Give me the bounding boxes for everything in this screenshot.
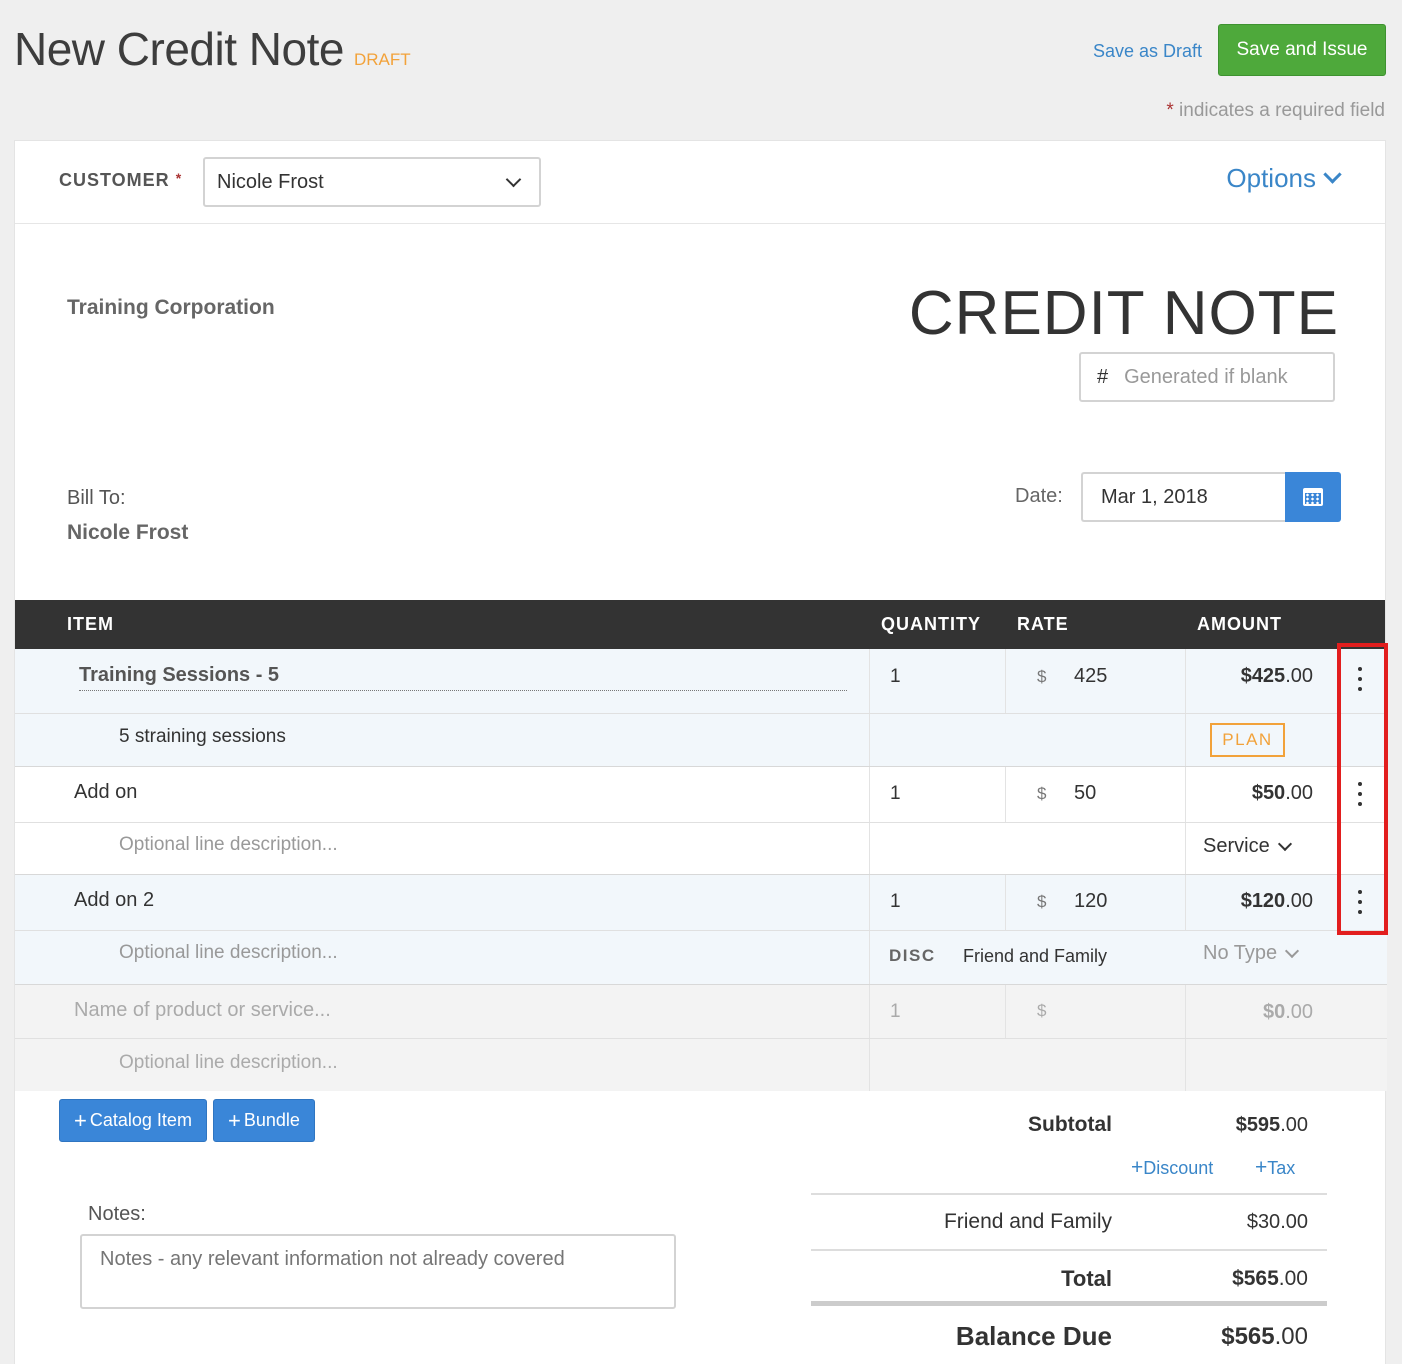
line-item-rate[interactable]: 50 bbox=[1074, 782, 1096, 805]
options-dropdown[interactable]: Options bbox=[1226, 163, 1342, 194]
options-label: Options bbox=[1226, 163, 1316, 193]
line-item-row: Add on 1 $ 50 $50.00 Optional line descr… bbox=[15, 767, 1387, 874]
add-discount-link[interactable]: +Discount bbox=[1131, 1156, 1213, 1180]
number-placeholder: Generated if blank bbox=[1124, 365, 1288, 388]
chevron-down-icon bbox=[1277, 836, 1292, 851]
plus-icon: + bbox=[228, 1107, 241, 1133]
date-input[interactable]: Mar 1, 2018 bbox=[1081, 472, 1287, 522]
line-item-amount: $50.00 bbox=[1251, 782, 1313, 804]
line-item-quantity[interactable]: 1 bbox=[890, 666, 901, 688]
credit-note-card: CUSTOMER * Nicole Frost Options Training… bbox=[14, 140, 1387, 1364]
discount-line-value: $30.00 bbox=[1246, 1211, 1308, 1233]
customer-selected-value: Nicole Frost bbox=[217, 170, 324, 193]
line-item-amount: $425.00 bbox=[1240, 665, 1313, 687]
totals-divider-thick bbox=[811, 1301, 1327, 1306]
add-tax-label: Tax bbox=[1267, 1158, 1296, 1178]
line-item-rate[interactable]: 425 bbox=[1074, 665, 1107, 688]
company-name: Training Corporation bbox=[67, 296, 275, 319]
highlight-box bbox=[1337, 643, 1388, 935]
currency-symbol: $ bbox=[1037, 784, 1047, 803]
currency-symbol: $ bbox=[1037, 1001, 1047, 1020]
line-item-amount: $120.00 bbox=[1240, 890, 1313, 912]
column-header-amount: AMOUNT bbox=[1197, 614, 1282, 634]
calendar-button[interactable] bbox=[1285, 472, 1341, 522]
customer-row: CUSTOMER * Nicole Frost Options bbox=[15, 141, 1385, 224]
notes-label: Notes: bbox=[88, 1203, 146, 1225]
total-value: $565.00 bbox=[1232, 1267, 1308, 1290]
save-and-issue-button[interactable]: Save and Issue bbox=[1218, 24, 1386, 76]
add-catalog-item-button[interactable]: + Catalog Item bbox=[59, 1099, 207, 1142]
add-bundle-label: Bundle bbox=[243, 1110, 300, 1130]
line-item-row: Add on 2 1 $ 120 $120.00 Optional line d… bbox=[15, 875, 1387, 984]
add-discount-label: Discount bbox=[1143, 1158, 1214, 1178]
line-item-description-input[interactable]: Optional line description... bbox=[119, 942, 338, 964]
column-header-item: ITEM bbox=[67, 614, 114, 634]
line-item-quantity[interactable]: 1 bbox=[890, 891, 901, 913]
discount-line-label: Friend and Family bbox=[943, 1210, 1112, 1233]
new-item-name-input[interactable]: Name of product or service... bbox=[74, 999, 331, 1022]
credit-note-number-input[interactable]: # Generated if blank bbox=[1079, 352, 1335, 402]
new-item-quantity-input[interactable]: 1 bbox=[890, 1001, 901, 1023]
bill-to-label: Bill To: bbox=[67, 487, 126, 509]
line-item-row: Training Sessions - 5 1 $ 425 $425.00 5 … bbox=[15, 649, 1387, 766]
line-type-value: No Type bbox=[1203, 942, 1278, 964]
add-tax-link[interactable]: +Tax bbox=[1255, 1156, 1295, 1180]
totals-divider bbox=[811, 1193, 1327, 1195]
customer-select[interactable]: Nicole Frost bbox=[203, 157, 541, 207]
discount-name[interactable]: Friend and Family bbox=[963, 946, 1107, 967]
save-as-draft-link[interactable]: Save as Draft bbox=[1093, 41, 1202, 62]
balance-due-label: Balance Due bbox=[955, 1321, 1112, 1351]
customer-required-star: * bbox=[175, 170, 183, 186]
totals-divider bbox=[811, 1249, 1327, 1251]
currency-symbol: $ bbox=[1037, 892, 1047, 911]
line-item-rate[interactable]: 120 bbox=[1074, 890, 1107, 913]
line-item-name[interactable]: Training Sessions - 5 bbox=[79, 664, 279, 687]
chevron-down-icon bbox=[505, 171, 522, 187]
currency-symbol: $ bbox=[1037, 667, 1047, 686]
column-header-rate: RATE bbox=[1017, 614, 1069, 634]
customer-label-text: CUSTOMER bbox=[59, 170, 170, 190]
page-header: New Credit Note DRAFT bbox=[14, 22, 411, 76]
new-line-item-row: Name of product or service... 1 $ $0.00 … bbox=[15, 985, 1387, 1091]
subtotal-label: Subtotal bbox=[1028, 1113, 1112, 1136]
line-type-select[interactable]: No Type bbox=[1203, 942, 1300, 965]
line-type-value: Service bbox=[1203, 835, 1270, 857]
notes-textarea[interactable] bbox=[80, 1234, 676, 1309]
required-note-text: indicates a required field bbox=[1179, 100, 1385, 121]
plus-icon: + bbox=[1255, 1156, 1268, 1179]
plus-icon: + bbox=[1131, 1156, 1144, 1179]
discount-label: DISC bbox=[889, 946, 936, 965]
hash-icon: # bbox=[1097, 365, 1109, 388]
line-item-quantity[interactable]: 1 bbox=[890, 783, 901, 805]
line-item-name-underline bbox=[79, 690, 847, 691]
draft-status-badge: DRAFT bbox=[353, 50, 411, 69]
chevron-down-icon bbox=[1285, 943, 1300, 958]
plan-badge: PLAN bbox=[1210, 723, 1285, 757]
add-bundle-button[interactable]: + Bundle bbox=[213, 1099, 315, 1142]
chevron-down-icon bbox=[1323, 165, 1342, 184]
add-catalog-item-label: Catalog Item bbox=[89, 1110, 192, 1130]
new-item-description-input[interactable]: Optional line description... bbox=[119, 1052, 338, 1074]
new-item-amount: $0.00 bbox=[1262, 1001, 1313, 1023]
line-item-name[interactable]: Add on bbox=[74, 781, 137, 804]
line-type-select[interactable]: Service bbox=[1203, 835, 1292, 858]
total-label: Total bbox=[1061, 1266, 1112, 1291]
document-title: CREDIT NOTE bbox=[908, 279, 1339, 348]
column-header-quantity: QUANTITY bbox=[881, 614, 981, 634]
balance-due-value: $565.00 bbox=[1221, 1323, 1308, 1350]
plus-icon: + bbox=[74, 1107, 87, 1133]
required-star: * bbox=[1166, 100, 1174, 121]
line-item-name[interactable]: Add on 2 bbox=[74, 889, 154, 912]
page-title: New Credit Note bbox=[14, 23, 344, 75]
subtotal-value: $595.00 bbox=[1235, 1114, 1308, 1136]
customer-label: CUSTOMER * bbox=[59, 170, 182, 191]
calendar-icon bbox=[1303, 488, 1323, 506]
line-item-description-input[interactable]: Optional line description... bbox=[119, 834, 338, 856]
items-table-header: ITEM QUANTITY RATE AMOUNT bbox=[15, 600, 1385, 649]
date-label: Date: bbox=[1015, 485, 1063, 507]
bill-to-name: Nicole Frost bbox=[67, 521, 189, 544]
required-field-note: * indicates a required field bbox=[1166, 100, 1385, 122]
line-item-description[interactable]: 5 straining sessions bbox=[119, 726, 286, 748]
